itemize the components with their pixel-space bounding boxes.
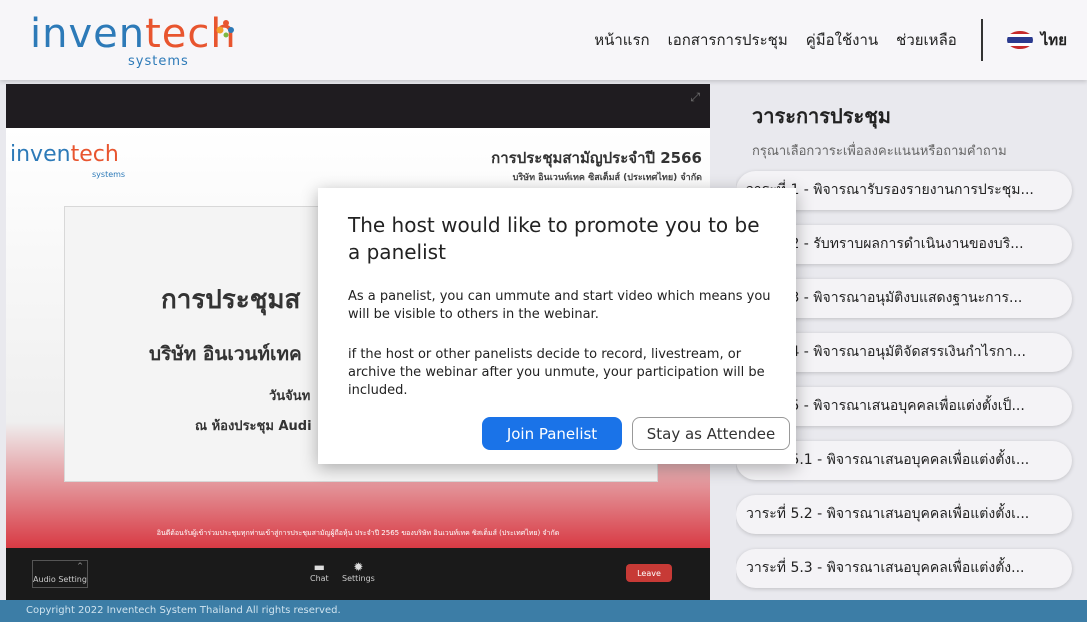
top-header: inventech systems หน้าแรก เอกสารการประชุ…: [0, 0, 1087, 80]
nav-home[interactable]: หน้าแรก: [594, 28, 649, 52]
nav-meeting-documents[interactable]: เอกสารการประชุม: [668, 28, 788, 52]
dialog-description: As a panelist, you can ummute and start …: [348, 289, 771, 322]
expand-icon[interactable]: ⤢: [690, 90, 700, 105]
main-nav: หน้าแรก เอกสารการประชุม คู่มือใช้งาน ช่ว…: [594, 0, 1067, 80]
agenda-item[interactable]: วาระที่ 5.3 - พิจารณาเสนอบุคคลเพื่อแต่งต…: [736, 549, 1072, 588]
settings-button[interactable]: ✹ Settings: [342, 560, 375, 583]
logo-dots-icon: [216, 20, 234, 38]
dialog-title: The host would like to promote you to be…: [348, 213, 760, 264]
copyright-footer: Copyright 2022 Inventech System Thailand…: [0, 600, 1087, 622]
thai-flag-icon: [1006, 31, 1033, 49]
inventech-logo[interactable]: inventech systems: [30, 14, 237, 69]
join-panelist-button[interactable]: Join Panelist: [482, 417, 622, 450]
chat-icon: ▬: [313, 560, 326, 574]
slide-logo: inventech: [10, 142, 119, 167]
agenda-item[interactable]: วาระที่ 5.2 - พิจารณาเสนอบุคคลเพื่อแต่งต…: [736, 495, 1072, 534]
dialog-recording-notice: if the host or other panelists decide to…: [348, 347, 765, 398]
audio-setting-button[interactable]: ^ Audio Setting: [32, 560, 88, 588]
slide-footer-text: อินดีต้อนรับผู้เข้าร่วมประชุมทุกท่านเข้า…: [156, 529, 560, 537]
chevron-up-icon: ^: [77, 562, 83, 570]
video-controls: ^ Audio Setting ▬ Chat ✹ Settings Leave: [6, 548, 710, 600]
nav-divider: [980, 19, 983, 61]
agenda-subtitle: กรุณาเลือกวาระเพื่อลงคะแนนหรือถามคำถาม: [752, 144, 1007, 159]
leave-button[interactable]: Leave: [626, 564, 672, 582]
promote-panelist-dialog: The host would like to promote you to be…: [318, 188, 796, 464]
language-label: ไทย: [1040, 31, 1067, 49]
slide-title: การประชุมสามัญประจำปี 2566: [491, 149, 702, 167]
agenda-title: วาระการประชุม: [752, 104, 891, 128]
nav-user-manual[interactable]: คู่มือใช้งาน: [806, 28, 878, 52]
nav-help[interactable]: ช่วยเหลือ: [896, 28, 957, 52]
stay-as-attendee-button[interactable]: Stay as Attendee: [632, 417, 790, 450]
gear-icon: ✹: [353, 560, 364, 574]
chat-button[interactable]: ▬ Chat: [310, 560, 329, 583]
language-switcher[interactable]: ไทย: [1006, 28, 1067, 52]
slide-company: บริษัท อินเวนท์เทค ซิสเต็มส์ (ประเทศไทย)…: [512, 173, 702, 183]
